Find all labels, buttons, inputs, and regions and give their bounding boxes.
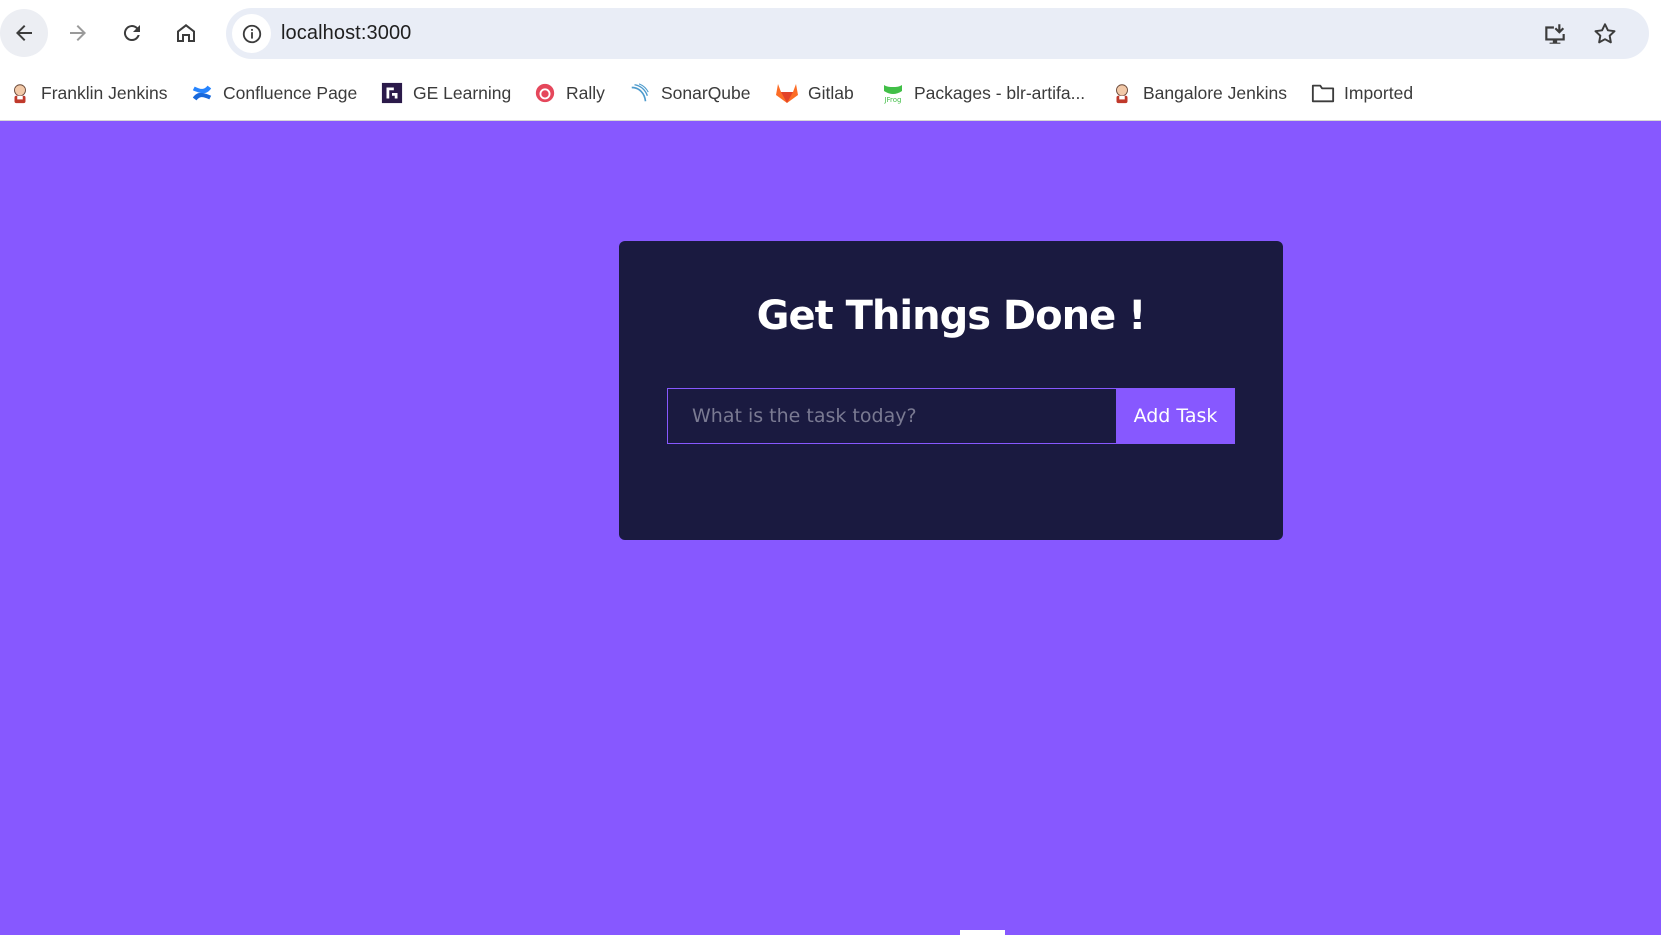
app-page: Get Things Done ! Add Task	[0, 121, 1661, 935]
bookmark-label: SonarQube	[661, 82, 751, 103]
bookmark-star-button[interactable]	[1591, 20, 1619, 48]
arrow-right-icon	[70, 25, 86, 41]
info-icon	[242, 24, 261, 43]
forward-button[interactable]	[54, 9, 102, 57]
arrow-left-icon	[16, 25, 32, 41]
bookmark-label: Bangalore Jenkins	[1143, 82, 1287, 103]
site-info-button[interactable]	[232, 14, 271, 53]
bookmark-label: Gitlab	[808, 82, 854, 103]
page-title: Get Things Done !	[756, 293, 1147, 339]
home-button[interactable]	[162, 9, 210, 57]
task-input[interactable]	[667, 388, 1117, 444]
todo-card: Get Things Done ! Add Task	[619, 241, 1283, 540]
svg-text:JFrog: JFrog	[883, 96, 901, 104]
bookmark-ge-learning[interactable]: GE Learning	[380, 75, 511, 111]
install-app-button[interactable]	[1541, 20, 1569, 48]
bookmark-label: Imported	[1344, 82, 1414, 103]
bookmark-sonarqube[interactable]: SonarQube	[628, 75, 751, 111]
bookmark-gitlab[interactable]: Gitlab	[775, 75, 854, 111]
bookmark-franklin-jenkins[interactable]: Franklin Jenkins	[8, 75, 167, 111]
home-icon	[177, 24, 195, 42]
star-icon	[1594, 23, 1616, 44]
bookmark-label: Rally	[566, 82, 605, 103]
jenkins-icon	[8, 81, 32, 105]
ge-learning-icon	[380, 81, 404, 105]
bookmark-label: Confluence Page	[223, 82, 358, 103]
address-bar[interactable]: localhost:3000	[226, 8, 1649, 59]
jenkins-icon	[1110, 81, 1134, 105]
browser-toolbar: localhost:3000	[0, 0, 1661, 66]
reload-icon	[123, 25, 140, 42]
reload-button[interactable]	[108, 9, 156, 57]
bookmark-label: Franklin Jenkins	[41, 82, 168, 103]
gitlab-icon	[775, 81, 799, 105]
folder-icon	[1311, 81, 1335, 105]
confluence-icon	[190, 81, 214, 105]
url-text[interactable]: localhost:3000	[281, 22, 411, 45]
bookmark-folder-imported[interactable]: Imported	[1311, 75, 1413, 111]
install-app-icon	[1545, 24, 1565, 44]
bookmark-bangalore-jenkins[interactable]: Bangalore Jenkins	[1110, 75, 1287, 111]
jfrog-icon: JFrog	[881, 81, 905, 105]
add-task-button[interactable]: Add Task	[1116, 388, 1235, 444]
bookmark-packages-blr-artifactory[interactable]: JFrog Packages - blr-artifa...	[881, 75, 1085, 111]
sonarqube-icon	[628, 81, 652, 105]
bookmark-label: GE Learning	[413, 82, 512, 103]
bookmarks-bar: Franklin Jenkins Confluence Page GE Lear…	[0, 66, 1661, 121]
back-button[interactable]	[0, 9, 48, 57]
bottom-edge-marker	[960, 930, 1005, 935]
bookmark-rally[interactable]: Rally	[533, 75, 605, 111]
rally-icon	[533, 81, 557, 105]
bookmark-label: Packages - blr-artifa...	[914, 82, 1086, 103]
bookmark-confluence-page[interactable]: Confluence Page	[190, 75, 357, 111]
